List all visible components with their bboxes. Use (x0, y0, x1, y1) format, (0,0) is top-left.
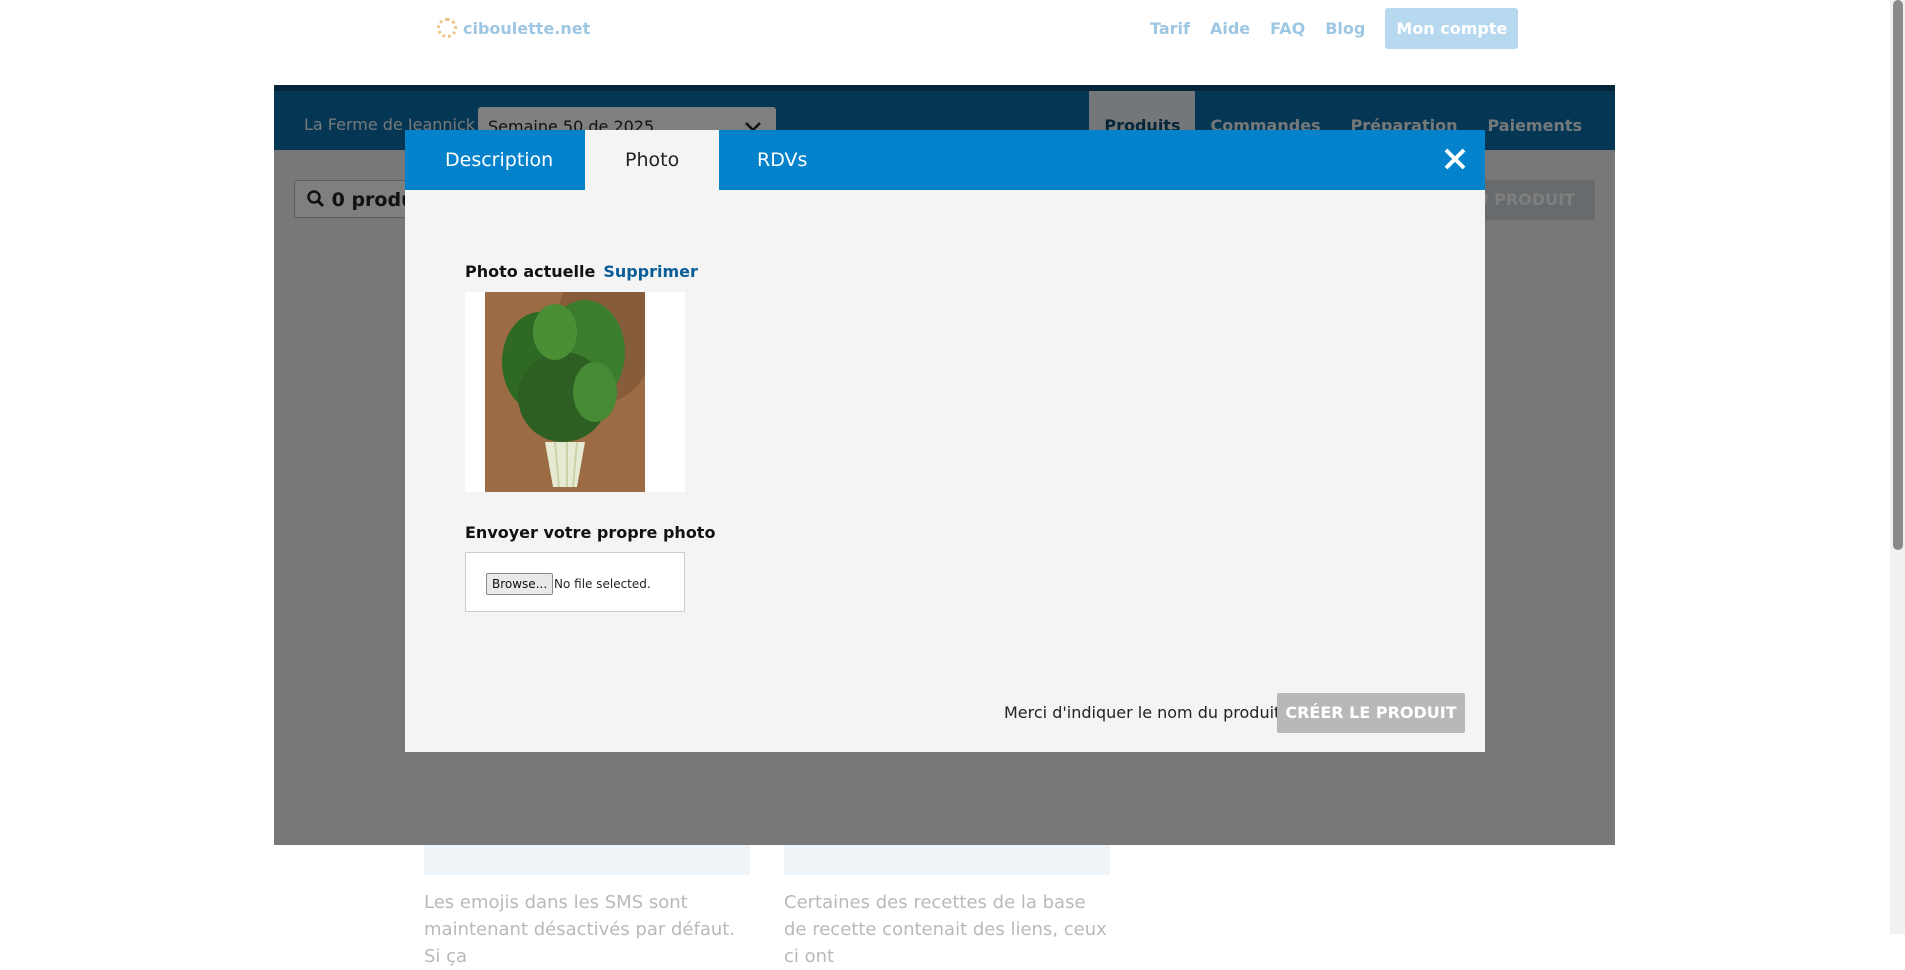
blog-card[interactable]: Certaines des recettes de la base de rec… (784, 845, 1110, 970)
nav-blog[interactable]: Blog (1325, 19, 1365, 38)
product-photo-image (485, 292, 645, 492)
modal-header: Description Photo RDVs (405, 130, 1485, 190)
tab-rdvs[interactable]: RDVs (717, 130, 847, 190)
logo-text: ciboulette.net (463, 18, 591, 38)
site-logo[interactable]: ciboulette.net (437, 18, 590, 38)
blog-cards: Les emojis dans les SMS sont maintenant … (424, 845, 1110, 970)
delete-photo-link[interactable]: Supprimer (603, 262, 698, 281)
blog-card-text: Certaines des recettes de la base de rec… (784, 892, 1107, 967)
blog-card-image (424, 845, 750, 875)
product-modal: Description Photo RDVs Photo actuelle Sup… (405, 130, 1485, 752)
file-status: No file selected. (554, 577, 651, 591)
nav-faq[interactable]: FAQ (1270, 19, 1305, 38)
current-photo-heading: Photo actuelle Supprimer (465, 262, 698, 281)
blog-card-text: Les emojis dans les SMS sont maintenant … (424, 892, 736, 967)
blog-card-image (784, 845, 1110, 875)
nav-aide[interactable]: Aide (1210, 19, 1250, 38)
page-scrollbar[interactable] (1890, 0, 1905, 934)
close-icon[interactable] (1443, 144, 1467, 176)
tab-photo[interactable]: Photo (585, 130, 720, 190)
top-nav: Tarif Aide FAQ Blog Mon compte (1150, 8, 1519, 49)
tab-description[interactable]: Description (405, 130, 593, 190)
blog-card[interactable]: Les emojis dans les SMS sont maintenant … (424, 845, 750, 970)
upload-photo-heading: Envoyer votre propre photo (465, 523, 716, 542)
browse-button[interactable]: Browse... (486, 573, 554, 595)
nav-tarif[interactable]: Tarif (1150, 19, 1190, 38)
logo-icon (437, 18, 457, 38)
file-upload: Browse... No file selected. (465, 552, 685, 612)
validation-message: Merci d'indiquer le nom du produit (1004, 703, 1281, 722)
current-photo-label: Photo actuelle (465, 262, 596, 281)
current-photo (465, 292, 685, 492)
scrollbar-thumb[interactable] (1893, 0, 1903, 550)
create-product-button[interactable]: CRÉER LE PRODUIT (1277, 693, 1465, 733)
site-header: ciboulette.net Tarif Aide FAQ Blog Mon c… (0, 0, 1905, 70)
account-button[interactable]: Mon compte (1385, 8, 1519, 49)
